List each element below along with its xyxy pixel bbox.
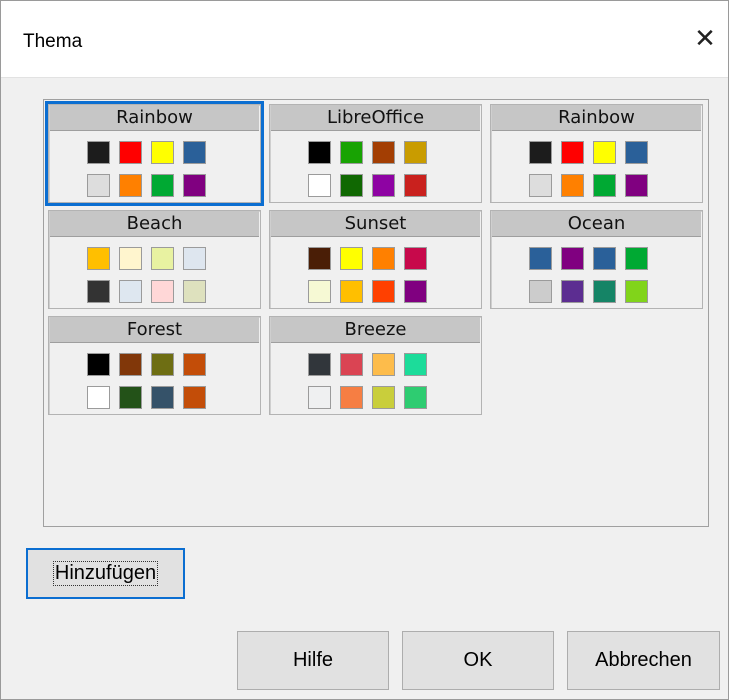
theme-name: Sunset (271, 211, 480, 237)
color-swatch (87, 247, 110, 270)
color-swatches (87, 247, 206, 303)
color-swatches (87, 141, 206, 197)
color-swatches (308, 353, 427, 409)
color-swatch (119, 141, 142, 164)
color-swatches (529, 141, 648, 197)
color-swatch (561, 280, 584, 303)
color-swatch (561, 174, 584, 197)
color-swatch (372, 353, 395, 376)
theme-name: LibreOffice (271, 105, 480, 131)
color-swatch (119, 353, 142, 376)
dialog-title: Thema (23, 31, 83, 52)
color-swatch (87, 353, 110, 376)
color-swatch (561, 247, 584, 270)
color-swatch (529, 141, 552, 164)
color-swatch (119, 386, 142, 409)
color-swatch (308, 141, 331, 164)
theme-dialog: Thema ✕ Rainbow LibreOffice Rainbow Beac… (0, 0, 729, 700)
color-swatch (340, 174, 363, 197)
theme-item[interactable]: Breeze (269, 316, 482, 415)
color-swatch (151, 353, 174, 376)
color-swatch (183, 247, 206, 270)
color-swatch (593, 280, 616, 303)
color-swatch (372, 141, 395, 164)
color-swatch (308, 247, 331, 270)
theme-name: Forest (50, 317, 259, 343)
help-button[interactable]: Hilfe (237, 631, 389, 690)
color-swatch (593, 247, 616, 270)
color-swatch (404, 141, 427, 164)
color-swatch (151, 174, 174, 197)
color-swatch (625, 280, 648, 303)
color-swatch (372, 174, 395, 197)
color-swatches (87, 353, 206, 409)
color-swatch (183, 174, 206, 197)
color-swatch (151, 280, 174, 303)
color-swatch (119, 247, 142, 270)
color-swatch (340, 141, 363, 164)
color-swatch (372, 247, 395, 270)
color-swatch (529, 280, 552, 303)
close-icon[interactable]: ✕ (682, 15, 728, 61)
color-swatches (529, 247, 648, 303)
add-button[interactable]: Hinzufügen (26, 548, 185, 599)
color-swatch (625, 247, 648, 270)
color-swatch (308, 280, 331, 303)
color-swatch (87, 174, 110, 197)
color-swatch (340, 353, 363, 376)
theme-item[interactable]: Beach (48, 210, 261, 309)
color-swatch (404, 280, 427, 303)
color-swatch (593, 141, 616, 164)
theme-name: Beach (50, 211, 259, 237)
color-swatch (119, 174, 142, 197)
theme-name: Breeze (271, 317, 480, 343)
title-bar: Thema ✕ (1, 1, 728, 78)
color-swatch (183, 141, 206, 164)
add-button-label: Hinzufügen (52, 561, 159, 586)
color-swatch (529, 247, 552, 270)
color-swatch (151, 386, 174, 409)
theme-name: Rainbow (492, 105, 701, 131)
color-swatch (561, 141, 584, 164)
theme-item[interactable]: Rainbow (490, 104, 703, 203)
color-swatch (340, 280, 363, 303)
theme-item[interactable]: Ocean (490, 210, 703, 309)
theme-item[interactable]: Rainbow (45, 101, 264, 206)
color-swatch (340, 386, 363, 409)
color-swatch (87, 280, 110, 303)
color-swatch (308, 353, 331, 376)
color-swatch (404, 174, 427, 197)
color-swatch (340, 247, 363, 270)
theme-item[interactable]: Sunset (269, 210, 482, 309)
color-swatch (593, 174, 616, 197)
theme-name: Rainbow (50, 105, 259, 131)
color-swatch (87, 141, 110, 164)
color-swatch (372, 386, 395, 409)
color-swatches (308, 141, 427, 197)
color-swatch (183, 353, 206, 376)
color-swatch (372, 280, 395, 303)
theme-name: Ocean (492, 211, 701, 237)
theme-item[interactable]: LibreOffice (269, 104, 482, 203)
theme-gallery[interactable]: Rainbow LibreOffice Rainbow Beach Sunset… (43, 99, 709, 527)
color-swatch (183, 386, 206, 409)
ok-button[interactable]: OK (402, 631, 554, 690)
color-swatch (404, 247, 427, 270)
color-swatch (183, 280, 206, 303)
cancel-button[interactable]: Abbrechen (567, 631, 720, 690)
color-swatch (625, 174, 648, 197)
color-swatch (404, 386, 427, 409)
color-swatch (529, 174, 552, 197)
color-swatch (151, 141, 174, 164)
color-swatch (151, 247, 174, 270)
color-swatch (625, 141, 648, 164)
color-swatch (119, 280, 142, 303)
color-swatch (308, 386, 331, 409)
color-swatch (308, 174, 331, 197)
color-swatch (404, 353, 427, 376)
color-swatch (87, 386, 110, 409)
theme-item[interactable]: Forest (48, 316, 261, 415)
color-swatches (308, 247, 427, 303)
